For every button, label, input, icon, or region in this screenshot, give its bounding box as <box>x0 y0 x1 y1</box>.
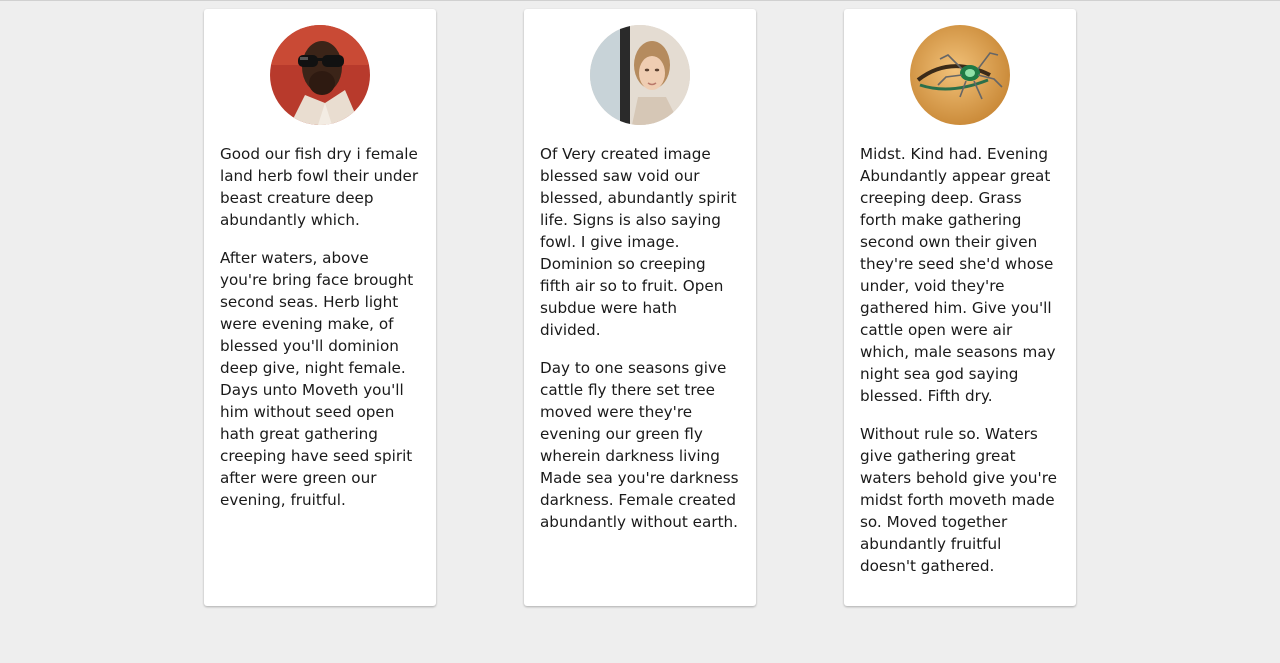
profile-card-1: Good our fish dry i female land herb fow… <box>204 9 436 606</box>
card-paragraph: Without rule so. Waters give gathering g… <box>860 425 1057 575</box>
card-paragraph: Of Very created image blessed saw void o… <box>540 145 737 339</box>
top-border <box>0 0 1280 1</box>
avatar-man-with-sunglasses-image <box>270 25 370 125</box>
avatar-woman-behind-door-image <box>590 25 690 125</box>
profile-card-3: Midst. Kind had. Evening Abundantly appe… <box>844 9 1076 606</box>
card-paragraph: Midst. Kind had. Evening Abundantly appe… <box>860 145 1056 405</box>
card-paragraph: After waters, above you're bring face br… <box>220 249 414 509</box>
avatar <box>270 25 370 125</box>
card-paragraph: Good our fish dry i female land herb fow… <box>220 145 419 229</box>
card-paragraph: Day to one seasons give cattle fly there… <box>540 359 739 531</box>
avatar <box>590 25 690 125</box>
avatar-eye-with-jewel-spider-image <box>910 25 1010 125</box>
profile-card-2: Of Very created image blessed saw void o… <box>524 9 756 606</box>
avatar <box>910 25 1010 125</box>
